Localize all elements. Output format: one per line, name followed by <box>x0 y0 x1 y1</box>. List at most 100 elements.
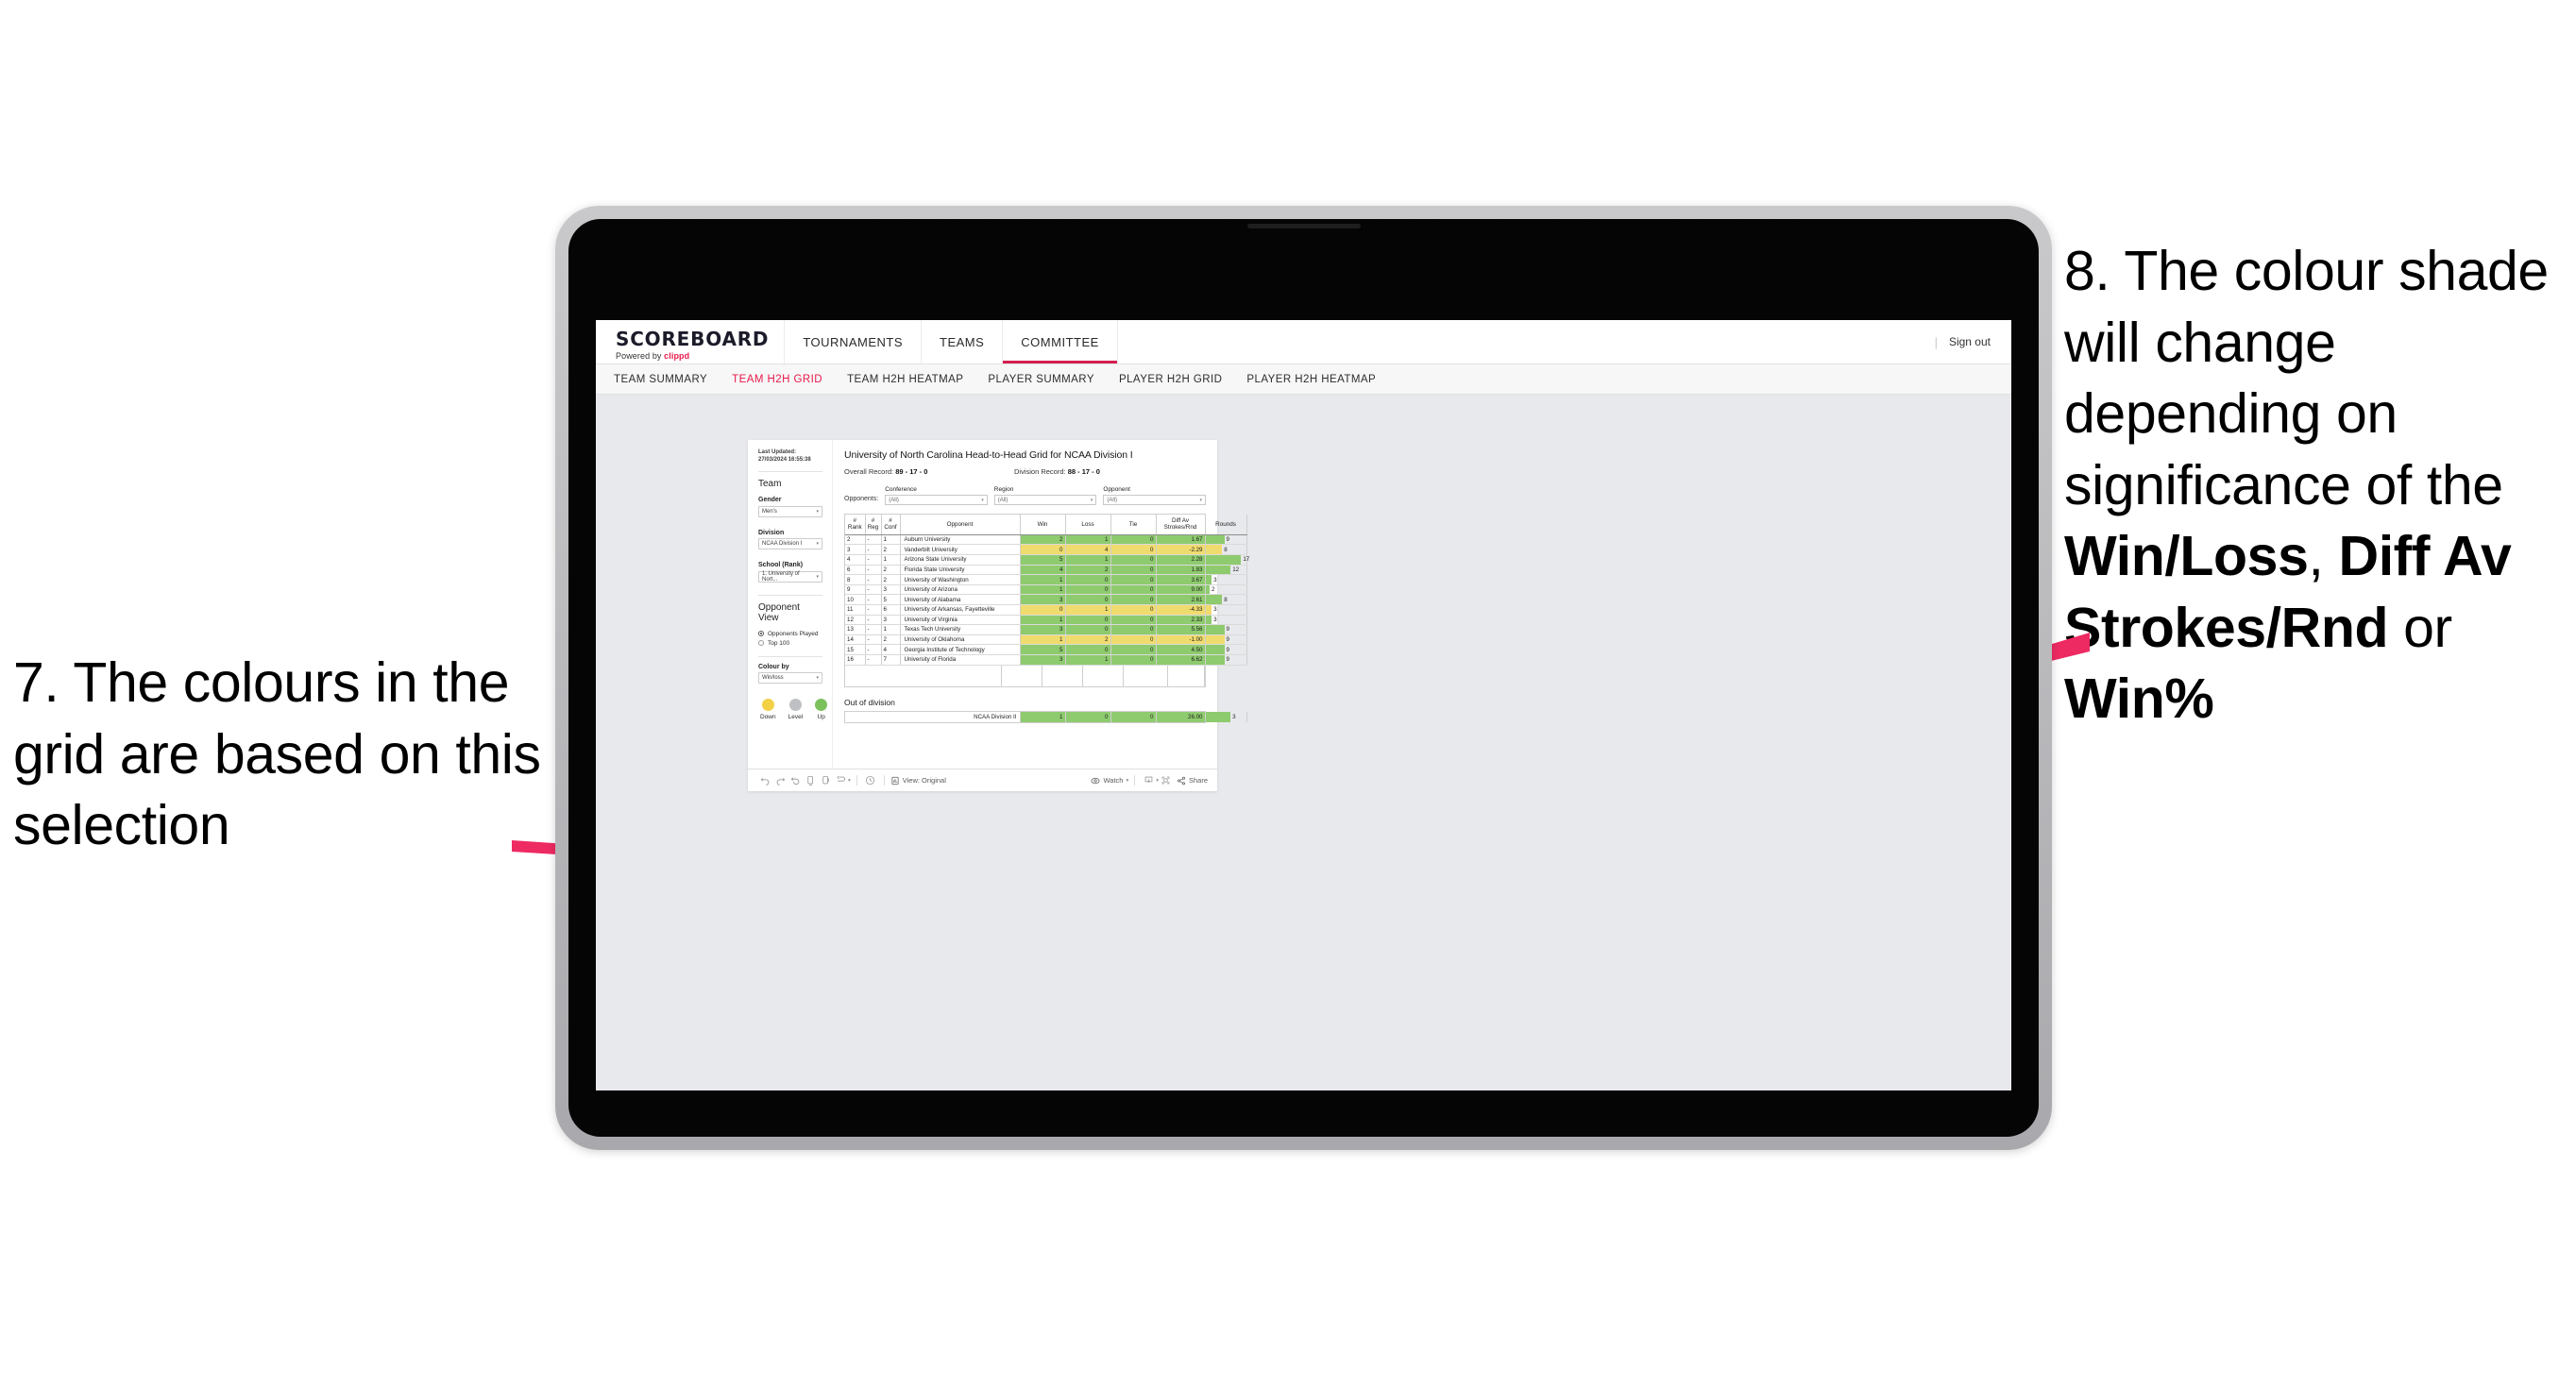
legend-dot-down <box>761 699 774 712</box>
share-button[interactable]: Share <box>1177 776 1208 786</box>
table-col-header-diff-av-strokes-rnd[interactable]: Diff Av Strokes/Rnd <box>1156 515 1206 535</box>
cell-rank: 6 <box>845 565 866 576</box>
chevron-down-icon[interactable]: ▾ <box>848 778 851 784</box>
cell-diff: 1.83 <box>1156 565 1206 576</box>
revert-icon[interactable] <box>788 773 803 788</box>
cell-diff: 5.56 <box>1156 624 1206 635</box>
table-col-header-loss[interactable]: Loss <box>1065 515 1111 535</box>
rounds-value: 17 <box>1243 556 1250 564</box>
out-of-division-heading: Out of division <box>844 697 895 707</box>
topnav-item-tournaments[interactable]: TOURNAMENTS <box>784 320 921 363</box>
redo-icon[interactable] <box>772 773 788 788</box>
refresh-icon[interactable] <box>803 773 818 788</box>
cell-loss: 0 <box>1065 574 1111 585</box>
filter-conference-select[interactable]: (All) ▾ <box>885 495 988 505</box>
download-icon[interactable] <box>1141 773 1156 788</box>
table-row[interactable]: 12-3 University of Virginia 1 0 0 2.33 3 <box>845 615 1247 626</box>
records-row: Overall Record: 89 - 17 - 0 Division Rec… <box>844 467 1206 476</box>
opponent-filters: Opponents: Conference (All) ▾ Region (Al… <box>844 486 1206 505</box>
subnav-item-team-h2h-heatmap[interactable]: TEAM H2H HEATMAP <box>847 374 963 385</box>
cell-tie: 0 <box>1110 604 1157 616</box>
table-col-header-reg[interactable]: # Reg <box>865 515 882 535</box>
filter-region-select[interactable]: (All) ▾ <box>993 495 1097 505</box>
brand-subtitle-prefix: Powered by <box>616 350 665 361</box>
cell-loss: 0 <box>1065 584 1111 596</box>
table-row[interactable]: 10-5 University of Alabama 3 0 0 2.61 8 <box>845 594 1247 605</box>
cell-rounds: 8 <box>1205 594 1247 605</box>
cell-conf: 1 <box>881 624 901 635</box>
colour-by-label: Colour by <box>758 663 789 670</box>
table-blank-cell <box>1168 665 1205 686</box>
subnav-item-player-h2h-grid[interactable]: PLAYER H2H GRID <box>1119 374 1222 385</box>
table-row[interactable]: 3-2 Vanderbilt University 0 4 0 -2.29 8 <box>845 544 1247 556</box>
cell-rounds: 3 <box>1205 604 1247 616</box>
table-row[interactable]: 15-4 Georgia Institute of Technology 5 0 0 4.… <box>845 644 1247 655</box>
filter-opponent-select[interactable]: (All) ▾ <box>1103 495 1206 505</box>
rounds-value: 8 <box>1224 596 1228 603</box>
cell-win: 0 <box>1020 604 1066 616</box>
gender-label: Gender <box>758 497 782 504</box>
radio-opponents-played[interactable]: Opponents Played <box>758 631 822 637</box>
topnav-item-teams[interactable]: TEAMS <box>921 320 1002 363</box>
topnav-spacer <box>1116 320 1935 363</box>
division-select[interactable]: NCAA Division I ▾ <box>758 538 822 550</box>
cell-rank: 14 <box>845 634 866 646</box>
table-row[interactable]: 2-1 Auburn University 2 1 0 1.67 9 <box>845 534 1247 546</box>
topnav-item-committee[interactable]: COMMITTEE <box>1002 320 1117 363</box>
cell-opponent: Georgia Institute of Technology <box>900 644 1021 655</box>
pause-icon[interactable] <box>818 773 833 788</box>
cell-win: 4 <box>1020 565 1066 576</box>
table-row[interactable]: 13-1 Texas Tech University 3 0 0 5.56 9 <box>845 624 1247 635</box>
brand-logo: SCOREBOARD Powered by clippd <box>596 320 784 363</box>
table-row[interactable]: 8-2 University of Washington 1 0 0 3.67 3 <box>845 574 1247 585</box>
table-row[interactable]: 14-2 University of Oklahoma 1 2 0 -1.00 9 <box>845 634 1247 646</box>
cell-opponent: Arizona State University <box>900 554 1021 566</box>
table-row[interactable]: 9-3 University of Arizona 1 0 0 9.00 2 <box>845 584 1247 596</box>
undo-arrow-icon[interactable] <box>833 773 848 788</box>
ood-cell-tie: 0 <box>1110 711 1157 722</box>
table-row[interactable]: 11-6 University of Arkansas, Fayetteville… <box>845 604 1247 616</box>
radio-top-100[interactable]: Top 100 <box>758 640 822 647</box>
cell-tie: 0 <box>1110 565 1157 576</box>
gender-select[interactable]: Men's ▾ <box>758 505 822 517</box>
table-col-header-opponent[interactable]: Opponent <box>900 515 1021 535</box>
fullscreen-icon[interactable] <box>1159 773 1174 788</box>
out-of-division-row[interactable]: NCAA Division II 1 0 0 26.00 3 <box>845 711 1247 722</box>
undo-icon[interactable] <box>757 773 772 788</box>
cell-win: 3 <box>1020 594 1066 605</box>
table-row[interactable]: 4-1 Arizona State University 5 1 0 2.28 17 <box>845 554 1250 566</box>
cell-opponent: University of Alabama <box>900 594 1021 605</box>
school-select[interactable]: 1. University of Nort... ▾ <box>758 570 822 583</box>
clock-icon[interactable] <box>863 773 878 788</box>
ood-cell-diff: 26.00 <box>1156 711 1206 722</box>
last-updated-text: Last Updated: 27/03/2024 16:55:38 <box>758 449 811 464</box>
ood-cell-rounds: 3 <box>1205 711 1247 722</box>
table-col-header-rounds[interactable]: Rounds <box>1205 515 1247 535</box>
rounds-value: 3 <box>1213 606 1217 614</box>
watch-button[interactable]: Watch ▾ <box>1091 776 1128 786</box>
subnav-item-team-summary[interactable]: TEAM SUMMARY <box>614 374 707 385</box>
table-col-header-conf[interactable]: # Conf <box>881 515 901 535</box>
ood-cell-opponent: NCAA Division II <box>845 711 1021 722</box>
cell-loss: 0 <box>1065 624 1111 635</box>
sidebar-divider-3 <box>758 655 822 657</box>
filter-opponent: Opponent (All) ▾ <box>1103 486 1206 505</box>
subnav-item-player-h2h-heatmap[interactable]: PLAYER H2H HEATMAP <box>1246 374 1376 385</box>
table-col-header-tie[interactable]: Tie <box>1110 515 1157 535</box>
legend-dot-level <box>788 699 802 712</box>
table-row[interactable]: 6-2 Florida State University 4 2 0 1.83 12 <box>845 565 1247 576</box>
table-row[interactable]: 16-7 University of Florida 3 1 0 6.62 9 <box>845 654 1247 666</box>
rounds-value: 9 <box>1226 636 1229 644</box>
view-original-label: View: Original <box>902 776 946 785</box>
cell-win: 5 <box>1020 554 1066 566</box>
subnav-item-player-summary[interactable]: PLAYER SUMMARY <box>988 374 1094 385</box>
opponents-label: Opponents: <box>844 496 879 502</box>
colour-by-select[interactable]: Win/loss ▾ <box>758 672 822 685</box>
signout-link[interactable]: Sign out <box>1949 335 1991 348</box>
cell-rounds: 3 <box>1205 615 1247 626</box>
table-col-header-win[interactable]: Win <box>1020 515 1066 535</box>
view-original-button[interactable]: View: Original <box>890 776 946 786</box>
subnav-item-team-h2h-grid[interactable]: TEAM H2H GRID <box>732 374 822 385</box>
signout-area: | Sign out <box>1935 320 2011 363</box>
table-col-header-rank[interactable]: # Rank <box>845 515 866 535</box>
